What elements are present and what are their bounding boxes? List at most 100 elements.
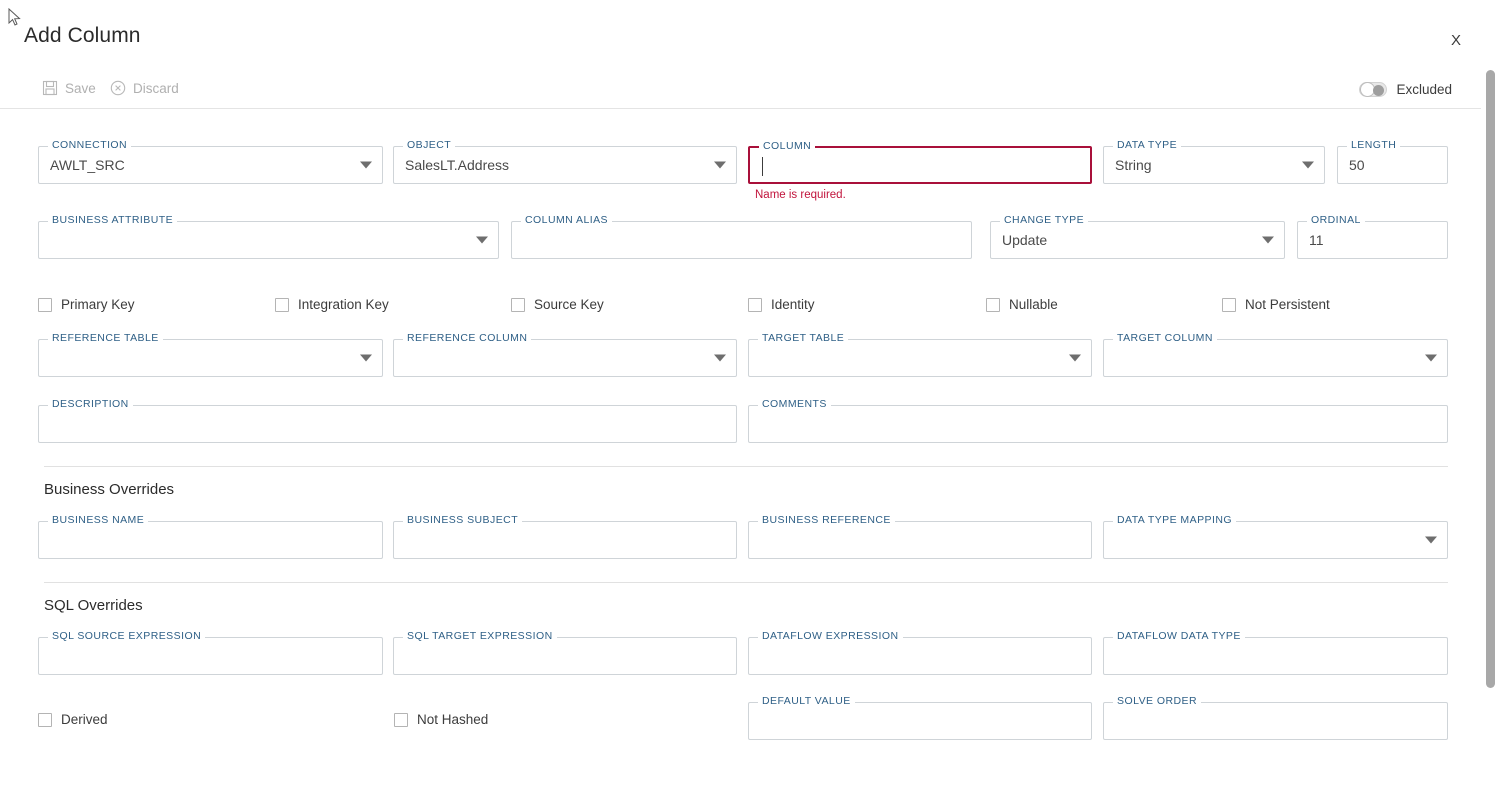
sql-target-expression-field[interactable]: SQL TARGET EXPRESSION (393, 637, 737, 675)
data-type-label: DATA TYPE (1113, 139, 1181, 151)
business-subject-field[interactable]: BUSINESS SUBJECT (393, 521, 737, 559)
solve-order-label: SOLVE ORDER (1113, 695, 1201, 707)
chevron-down-icon[interactable] (360, 355, 372, 362)
connection-label: CONNECTION (48, 139, 131, 151)
checkbox-label: Derived (61, 712, 108, 727)
column-alias-label: COLUMN ALIAS (521, 214, 612, 226)
dataflow-expression-field[interactable]: DATAFLOW EXPRESSION (748, 637, 1092, 675)
section-title-sql-overrides: SQL Overrides (44, 597, 143, 614)
ordinal-field[interactable]: ORDINAL 11 (1297, 221, 1448, 259)
reference-table-field[interactable]: REFERENCE TABLE (38, 339, 383, 377)
checkbox-label: Not Persistent (1245, 297, 1330, 312)
chevron-down-icon[interactable] (1069, 355, 1081, 362)
chevron-down-icon[interactable] (1262, 237, 1274, 244)
object-label: OBJECT (403, 139, 455, 151)
checkbox-label: Integration Key (298, 297, 389, 312)
target-table-field[interactable]: TARGET TABLE (748, 339, 1092, 377)
checkbox-box[interactable] (748, 298, 762, 312)
checkbox-primary-key[interactable]: Primary Key (38, 297, 135, 312)
column-alias-field[interactable]: COLUMN ALIAS (511, 221, 972, 259)
column-field[interactable]: COLUMN (748, 146, 1092, 184)
chevron-down-icon[interactable] (360, 162, 372, 169)
discard-button[interactable]: Discard (110, 80, 179, 96)
chevron-down-icon[interactable] (714, 355, 726, 362)
checkbox-identity[interactable]: Identity (748, 297, 815, 312)
checkbox-box[interactable] (1222, 298, 1236, 312)
checkbox-not-persistent[interactable]: Not Persistent (1222, 297, 1330, 312)
chevron-down-icon[interactable] (476, 237, 488, 244)
default-value-field[interactable]: DEFAULT VALUE (748, 702, 1092, 740)
chevron-down-icon[interactable] (1425, 537, 1437, 544)
description-field[interactable]: DESCRIPTION (38, 405, 737, 443)
business-attribute-field[interactable]: BUSINESS ATTRIBUTE (38, 221, 499, 259)
checkbox-box[interactable] (394, 713, 408, 727)
checkbox-box[interactable] (275, 298, 289, 312)
checkbox-label: Primary Key (61, 297, 135, 312)
save-label: Save (65, 81, 96, 96)
data-type-mapping-field[interactable]: DATA TYPE MAPPING (1103, 521, 1448, 559)
checkbox-label: Not Hashed (417, 712, 488, 727)
length-field[interactable]: LENGTH 50 (1337, 146, 1448, 184)
sql-source-expression-field[interactable]: SQL SOURCE EXPRESSION (38, 637, 383, 675)
target-column-field[interactable]: TARGET COLUMN (1103, 339, 1448, 377)
checkbox-box[interactable] (511, 298, 525, 312)
excluded-label: Excluded (1396, 82, 1452, 97)
checkbox-not-hashed[interactable]: Not Hashed (394, 712, 488, 727)
business-reference-label: BUSINESS REFERENCE (758, 514, 895, 526)
object-field[interactable]: OBJECT SalesLT.Address (393, 146, 737, 184)
checkbox-source-key[interactable]: Source Key (511, 297, 604, 312)
close-button[interactable]: X (1446, 30, 1466, 51)
length-label: LENGTH (1347, 139, 1400, 151)
description-label: DESCRIPTION (48, 398, 133, 410)
reference-column-field[interactable]: REFERENCE COLUMN (393, 339, 737, 377)
save-button[interactable]: Save (42, 80, 96, 96)
data-type-field[interactable]: DATA TYPE String (1103, 146, 1325, 184)
data-type-value: String (1115, 157, 1152, 173)
default-value-label: DEFAULT VALUE (758, 695, 855, 707)
target-column-label: TARGET COLUMN (1113, 332, 1217, 344)
dataflow-data-type-label: DATAFLOW DATA TYPE (1113, 630, 1245, 642)
object-value: SalesLT.Address (405, 157, 509, 173)
checkbox-nullable[interactable]: Nullable (986, 297, 1058, 312)
toggle-knob (1360, 82, 1375, 97)
checkbox-box[interactable] (986, 298, 1000, 312)
checkbox-label: Source Key (534, 297, 604, 312)
change-type-field[interactable]: CHANGE TYPE Update (990, 221, 1285, 259)
mouse-cursor-icon (8, 8, 22, 28)
dataflow-expression-label: DATAFLOW EXPRESSION (758, 630, 903, 642)
checkbox-box[interactable] (38, 713, 52, 727)
ordinal-label: ORDINAL (1307, 214, 1365, 226)
business-reference-field[interactable]: BUSINESS REFERENCE (748, 521, 1092, 559)
floppy-disk-icon (42, 80, 58, 96)
discard-label: Discard (133, 81, 179, 96)
comments-field[interactable]: COMMENTS (748, 405, 1448, 443)
add-column-dialog: Add Column X Save Discard (0, 0, 1499, 797)
chevron-down-icon[interactable] (1425, 355, 1437, 362)
dataflow-data-type-field[interactable]: DATAFLOW DATA TYPE (1103, 637, 1448, 675)
business-name-label: BUSINESS NAME (48, 514, 148, 526)
chevron-down-icon[interactable] (714, 162, 726, 169)
connection-field[interactable]: CONNECTION AWLT_SRC (38, 146, 383, 184)
sql-source-expression-label: SQL SOURCE EXPRESSION (48, 630, 205, 642)
solve-order-field[interactable]: SOLVE ORDER (1103, 702, 1448, 740)
business-name-field[interactable]: BUSINESS NAME (38, 521, 383, 559)
reference-table-label: REFERENCE TABLE (48, 332, 163, 344)
checkbox-box[interactable] (38, 298, 52, 312)
comments-label: COMMENTS (758, 398, 831, 410)
chevron-down-icon[interactable] (1302, 162, 1314, 169)
checkbox-integration-key[interactable]: Integration Key (275, 297, 389, 312)
checkbox-derived[interactable]: Derived (38, 712, 108, 727)
length-value: 50 (1349, 157, 1365, 173)
ordinal-value: 11 (1309, 232, 1324, 248)
page-title: Add Column (24, 24, 141, 48)
change-type-value: Update (1002, 232, 1047, 248)
section-divider-sql (44, 582, 1448, 583)
scrollbar-thumb[interactable] (1486, 70, 1495, 688)
section-title-business-overrides: Business Overrides (44, 481, 174, 498)
business-subject-label: BUSINESS SUBJECT (403, 514, 522, 526)
column-label: COLUMN (759, 140, 815, 152)
circle-x-icon (110, 80, 126, 96)
excluded-toggle[interactable] (1359, 82, 1387, 97)
checkbox-label: Identity (771, 297, 815, 312)
sql-target-expression-label: SQL TARGET EXPRESSION (403, 630, 557, 642)
